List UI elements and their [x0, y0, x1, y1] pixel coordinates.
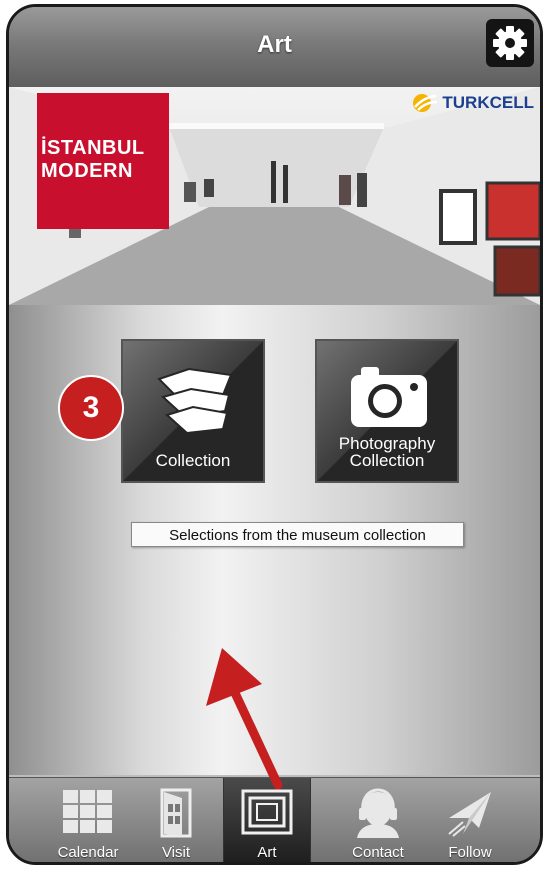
logo-line-2: MODERN	[41, 160, 133, 182]
gear-icon	[493, 26, 527, 60]
calendar-icon	[63, 790, 112, 833]
photography-label-line-2: Collection	[349, 451, 425, 470]
step-number-badge: 3	[58, 375, 124, 441]
tab-visit[interactable]: Visit	[133, 778, 219, 862]
frame-icon	[241, 789, 293, 835]
turkcell-leaf-icon	[413, 94, 438, 112]
photography-collection-button[interactable]: Photography Collection	[315, 339, 459, 483]
tab-calendar[interactable]: Calendar	[45, 778, 131, 862]
settings-button[interactable]	[486, 19, 534, 67]
camera-icon	[351, 367, 427, 427]
tab-art-label: Art	[257, 844, 277, 861]
headset-icon	[357, 788, 399, 838]
museum-banner: İSTANBUL MODERN TURKCELL	[9, 87, 540, 305]
collection-label: Collection	[155, 451, 231, 470]
sponsor-name: TURKCELL	[442, 93, 534, 112]
door-icon	[160, 788, 192, 838]
photography-label-line-1: Photography	[338, 434, 436, 453]
tab-contact-label: Contact	[352, 844, 404, 861]
tab-follow[interactable]: Follow	[427, 778, 513, 862]
paper-plane-icon	[448, 792, 491, 837]
collection-icon	[157, 367, 233, 435]
tab-follow-label: Follow	[448, 844, 492, 861]
page-title: Art	[257, 31, 292, 58]
tile-description: Selections from the museum collection	[131, 522, 464, 547]
collection-button[interactable]: Collection	[121, 339, 265, 483]
title-bar: Art	[9, 7, 540, 88]
logo-line-1: İSTANBUL	[41, 137, 145, 159]
sponsor-logo: TURKCELL	[412, 93, 534, 113]
tab-contact[interactable]: Contact	[335, 778, 421, 862]
tab-calendar-label: Calendar	[57, 844, 119, 861]
tab-bar: Calendar Visit Art Contact Follow	[9, 777, 540, 862]
tab-art[interactable]: Art	[223, 778, 311, 862]
photography-collection-label: Photography Collection	[317, 435, 457, 469]
istanbul-modern-logo: İSTANBUL MODERN	[37, 93, 169, 229]
tab-visit-label: Visit	[161, 844, 191, 861]
